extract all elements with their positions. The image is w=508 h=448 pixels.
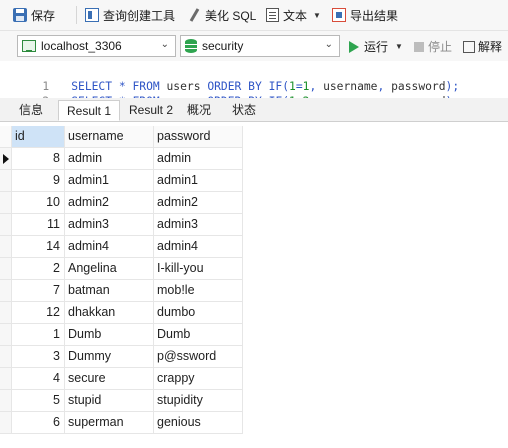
connection-bar: localhost_3306 ⌄ security ⌄ 运行 ▼ 停止 解释 — [0, 31, 508, 61]
cell-password[interactable]: stupidity — [154, 390, 243, 412]
row-selector[interactable] — [0, 390, 12, 412]
cell-password[interactable]: dumbo — [154, 302, 243, 324]
cell-id[interactable]: 9 — [12, 170, 65, 192]
export-result-button[interactable]: 导出结果 — [332, 5, 398, 25]
cell-id[interactable]: 7 — [12, 280, 65, 302]
cell-username[interactable]: superman — [65, 412, 154, 434]
text-button[interactable]: 文本 ▼ — [266, 5, 321, 25]
export-icon — [332, 8, 346, 22]
query-builder-button[interactable]: 查询创建工具 — [85, 5, 175, 25]
grid-corner — [0, 126, 12, 148]
row-selector[interactable] — [0, 258, 12, 280]
chevron-down-icon: ▼ — [313, 10, 321, 20]
column-header-username[interactable]: username — [65, 126, 154, 148]
cell-password[interactable]: genious — [154, 412, 243, 434]
sql-editor[interactable]: 1 SELECT * FROM users ORDER BY IF(1=1, us… — [0, 61, 508, 108]
row-selector[interactable] — [0, 346, 12, 368]
row-selector[interactable] — [0, 412, 12, 434]
stop-button[interactable]: 停止 — [414, 38, 452, 55]
run-button[interactable]: 运行 ▼ — [349, 38, 403, 55]
cell-password[interactable]: admin4 — [154, 236, 243, 258]
cell-username[interactable]: admin2 — [65, 192, 154, 214]
cell-password[interactable]: admin2 — [154, 192, 243, 214]
row-selector[interactable] — [0, 368, 12, 390]
cell-username[interactable]: admin3 — [65, 214, 154, 236]
cell-id[interactable]: 6 — [12, 412, 65, 434]
beautify-icon — [187, 8, 201, 22]
cell-username[interactable]: Dummy — [65, 346, 154, 368]
database-select[interactable]: security ⌄ — [180, 35, 340, 57]
cell-id[interactable]: 10 — [12, 192, 65, 214]
stop-icon — [414, 41, 424, 52]
tab-result-1[interactable]: Result 1 — [58, 100, 120, 121]
code-line: 2SELECT * FROM users ORDER BY IF(1=2, us… — [0, 79, 459, 108]
save-icon — [13, 8, 27, 22]
tab-status[interactable]: 状态 — [225, 100, 263, 121]
tab-overview[interactable]: 概况 — [181, 100, 217, 121]
cell-password[interactable]: Dumb — [154, 324, 243, 346]
row-selector[interactable] — [0, 280, 12, 302]
cell-password[interactable]: crappy — [154, 368, 243, 390]
cell-password[interactable]: admin3 — [154, 214, 243, 236]
explain-button[interactable]: 解释 — [463, 38, 502, 55]
tab-result-2[interactable]: Result 2 — [122, 100, 180, 121]
cell-password[interactable]: I-kill-you — [154, 258, 243, 280]
cell-password[interactable]: admin — [154, 148, 243, 170]
column-header-id[interactable]: id — [12, 126, 65, 148]
cell-id[interactable]: 4 — [12, 368, 65, 390]
save-button[interactable]: 保存 — [13, 5, 55, 25]
cell-username[interactable]: batman — [65, 280, 154, 302]
tab-info[interactable]: 信息 — [10, 100, 52, 121]
cell-id[interactable]: 14 — [12, 236, 65, 258]
cell-id[interactable]: 1 — [12, 324, 65, 346]
cell-password[interactable]: admin1 — [154, 170, 243, 192]
column-header-password[interactable]: password — [154, 126, 243, 148]
database-icon — [185, 39, 197, 53]
cell-username[interactable]: stupid — [65, 390, 154, 412]
explain-icon — [463, 40, 475, 53]
cell-username[interactable]: admin1 — [65, 170, 154, 192]
cell-id[interactable]: 11 — [12, 214, 65, 236]
row-selector[interactable] — [0, 214, 12, 236]
result-tabs: 信息 Result 1 Result 2 概况 状态 — [0, 98, 508, 122]
connection-select[interactable]: localhost_3306 ⌄ — [17, 35, 176, 57]
row-selector[interactable] — [0, 324, 12, 346]
cell-id[interactable]: 8 — [12, 148, 65, 170]
row-selector[interactable] — [0, 170, 12, 192]
cell-id[interactable]: 5 — [12, 390, 65, 412]
cell-id[interactable]: 2 — [12, 258, 65, 280]
cell-username[interactable]: admin — [65, 148, 154, 170]
cell-password[interactable]: p@ssword — [154, 346, 243, 368]
connection-icon — [22, 40, 36, 52]
chevron-down-icon: ⌄ — [160, 39, 169, 50]
row-selector[interactable] — [0, 302, 12, 324]
query-builder-icon — [85, 8, 99, 22]
code-line: 1 SELECT * FROM users ORDER BY IF(1=1, us… — [0, 64, 459, 93]
current-row-icon — [3, 154, 9, 164]
row-selector[interactable] — [0, 236, 12, 258]
chevron-down-icon: ▼ — [395, 42, 403, 51]
main-toolbar: 保存 查询创建工具 美化 SQL 文本 ▼ 导出结果 — [0, 0, 508, 31]
text-icon — [266, 8, 279, 22]
row-selector[interactable] — [0, 192, 12, 214]
cell-password[interactable]: mob!le — [154, 280, 243, 302]
cell-username[interactable]: Dumb — [65, 324, 154, 346]
chevron-down-icon: ⌄ — [324, 39, 333, 50]
cell-id[interactable]: 3 — [12, 346, 65, 368]
cell-username[interactable]: secure — [65, 368, 154, 390]
row-selector[interactable] — [0, 148, 12, 170]
cell-id[interactable]: 12 — [12, 302, 65, 324]
cell-username[interactable]: admin4 — [65, 236, 154, 258]
cell-username[interactable]: dhakkan — [65, 302, 154, 324]
beautify-sql-button[interactable]: 美化 SQL — [187, 5, 256, 25]
play-icon — [349, 40, 359, 53]
cell-username[interactable]: Angelina — [65, 258, 154, 280]
